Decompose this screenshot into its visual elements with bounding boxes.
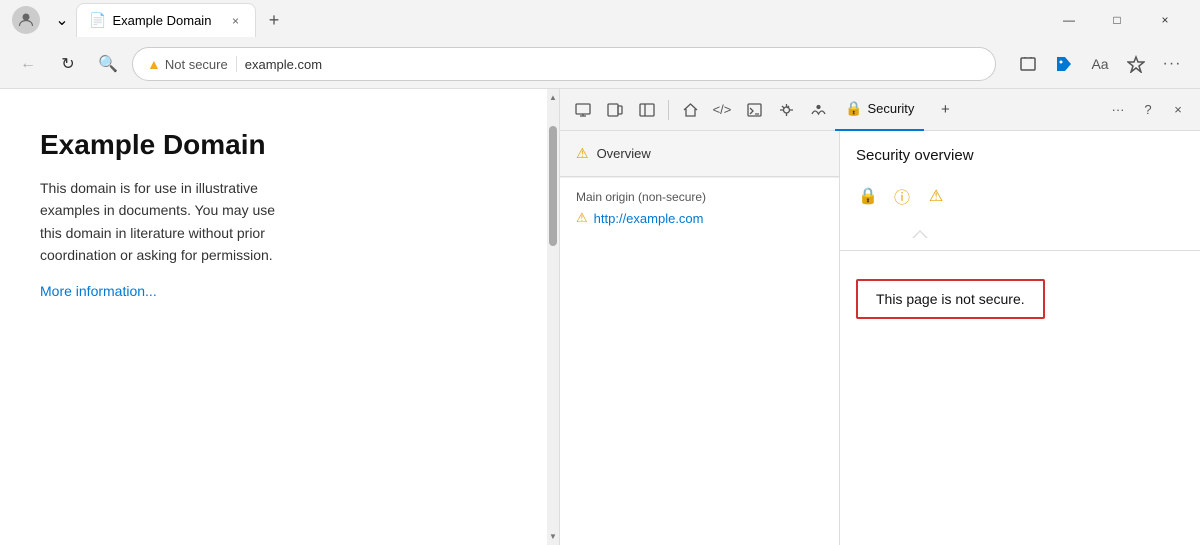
window-controls: — □ × <box>1046 4 1188 36</box>
origin-link-text: http://example.com <box>594 211 704 226</box>
not-secure-indicator: ▲ Not secure <box>147 56 237 72</box>
origin-section: Main origin (non-secure) ⚠ http://exampl… <box>560 178 839 238</box>
dt-close-btn[interactable]: × <box>1164 96 1192 124</box>
title-bar-left <box>12 6 40 34</box>
origin-warning-icon: ⚠ <box>576 210 588 226</box>
tab-page-icon: 📄 <box>89 12 106 29</box>
security-divider <box>840 250 1200 251</box>
address-input-wrap[interactable]: ▲ Not secure example.com <box>132 47 996 81</box>
page-title: Example Domain <box>40 129 505 161</box>
dt-sidebar-btn[interactable] <box>632 95 662 125</box>
dt-debug-btn[interactable] <box>771 95 801 125</box>
sec-warning-icon[interactable]: ⚠ <box>924 184 948 208</box>
dt-security-tab[interactable]: 🔒 Security <box>835 89 924 131</box>
page-body: This domain is for use in illustrative e… <box>40 177 300 267</box>
dt-network-btn[interactable] <box>803 95 833 125</box>
arrow-pointer <box>912 230 928 238</box>
dt-elements-btn[interactable]: </> <box>707 95 737 125</box>
window-close-btn[interactable]: × <box>1142 4 1188 36</box>
devtools-right-panel: Security overview 🔒 ⓘ ⚠ This page is not… <box>840 131 1200 545</box>
security-lock-icon: 🔒 <box>845 100 862 117</box>
tab-title: Example Domain <box>112 13 211 28</box>
overview-warning-icon: ⚠ <box>576 145 589 162</box>
browser-toolbar: Aa ··· <box>1012 48 1188 80</box>
dt-security-tab-label: Security <box>867 101 914 116</box>
tab-list-btn[interactable]: ⌄ <box>48 6 76 34</box>
tab-close-btn[interactable]: × <box>228 12 243 30</box>
page-content: Example Domain This domain is for use in… <box>0 89 560 545</box>
security-overview-title: Security overview <box>856 147 1184 164</box>
not-secure-label: Not secure <box>165 57 228 72</box>
more-info-link[interactable]: More information... <box>40 283 157 299</box>
sec-info-icon[interactable]: ⓘ <box>890 184 914 208</box>
security-icon-row: 🔒 ⓘ ⚠ <box>856 184 1184 208</box>
dt-add-tab-btn[interactable]: + <box>930 95 960 125</box>
refresh-btn[interactable]: ↻ <box>52 48 84 80</box>
origin-link[interactable]: ⚠ http://example.com <box>576 210 823 226</box>
page-scrollbar[interactable]: ▲ ▼ <box>547 89 559 545</box>
search-btn[interactable]: 🔍 <box>92 48 124 80</box>
maximize-btn[interactable]: □ <box>1094 4 1140 36</box>
main-area: Example Domain This domain is for use in… <box>0 88 1200 545</box>
dt-help-btn[interactable]: ? <box>1134 96 1162 124</box>
dt-home-btn[interactable] <box>675 95 705 125</box>
scroll-up-arrow[interactable]: ▲ <box>545 89 560 106</box>
overview-label: Overview <box>597 146 651 161</box>
not-secure-message: This page is not secure. <box>876 291 1025 307</box>
origin-label: Main origin (non-secure) <box>576 190 823 204</box>
scroll-down-arrow[interactable]: ▼ <box>545 528 560 545</box>
more-tools-btn[interactable]: ··· <box>1156 48 1188 80</box>
scrollbar-thumb[interactable] <box>549 126 557 246</box>
collections-btn[interactable] <box>1012 48 1044 80</box>
back-btn[interactable]: ← <box>12 48 44 80</box>
active-tab[interactable]: 📄 Example Domain × <box>76 3 256 37</box>
read-aloud-btn[interactable]: Aa <box>1084 48 1116 80</box>
tag-btn[interactable] <box>1048 48 1080 80</box>
profile-icon[interactable] <box>12 6 40 34</box>
devtools-panel: </> <box>560 89 1200 545</box>
toolbar-divider <box>668 100 669 120</box>
title-bar: ⌄ 📄 Example Domain × + — □ × <box>0 0 1200 40</box>
tab-bar: ⌄ 📄 Example Domain × + <box>48 3 1046 37</box>
dt-device-btn[interactable] <box>600 95 630 125</box>
dt-console-btn[interactable] <box>739 95 769 125</box>
devtools-left-panel: ⚠ Overview Main origin (non-secure) ⚠ ht… <box>560 131 840 545</box>
overview-row[interactable]: ⚠ Overview <box>560 131 839 177</box>
new-tab-btn[interactable]: + <box>260 6 288 34</box>
dt-more-btn[interactable]: ··· <box>1104 96 1132 124</box>
devtools-content: ⚠ Overview Main origin (non-secure) ⚠ ht… <box>560 131 1200 545</box>
devtools-toolbar: </> <box>560 89 1200 131</box>
favorites-btn[interactable] <box>1120 48 1152 80</box>
minimize-btn[interactable]: — <box>1046 4 1092 36</box>
address-bar: ← ↻ 🔍 ▲ Not secure example.com Aa <box>0 40 1200 88</box>
sec-lock-icon[interactable]: 🔒 <box>856 184 880 208</box>
not-secure-message-box: This page is not secure. <box>856 279 1045 319</box>
warning-triangle-icon: ▲ <box>147 56 161 72</box>
dt-controls: ··· ? × <box>1104 96 1192 124</box>
url-text: example.com <box>245 57 981 72</box>
dt-screencast-btn[interactable] <box>568 95 598 125</box>
